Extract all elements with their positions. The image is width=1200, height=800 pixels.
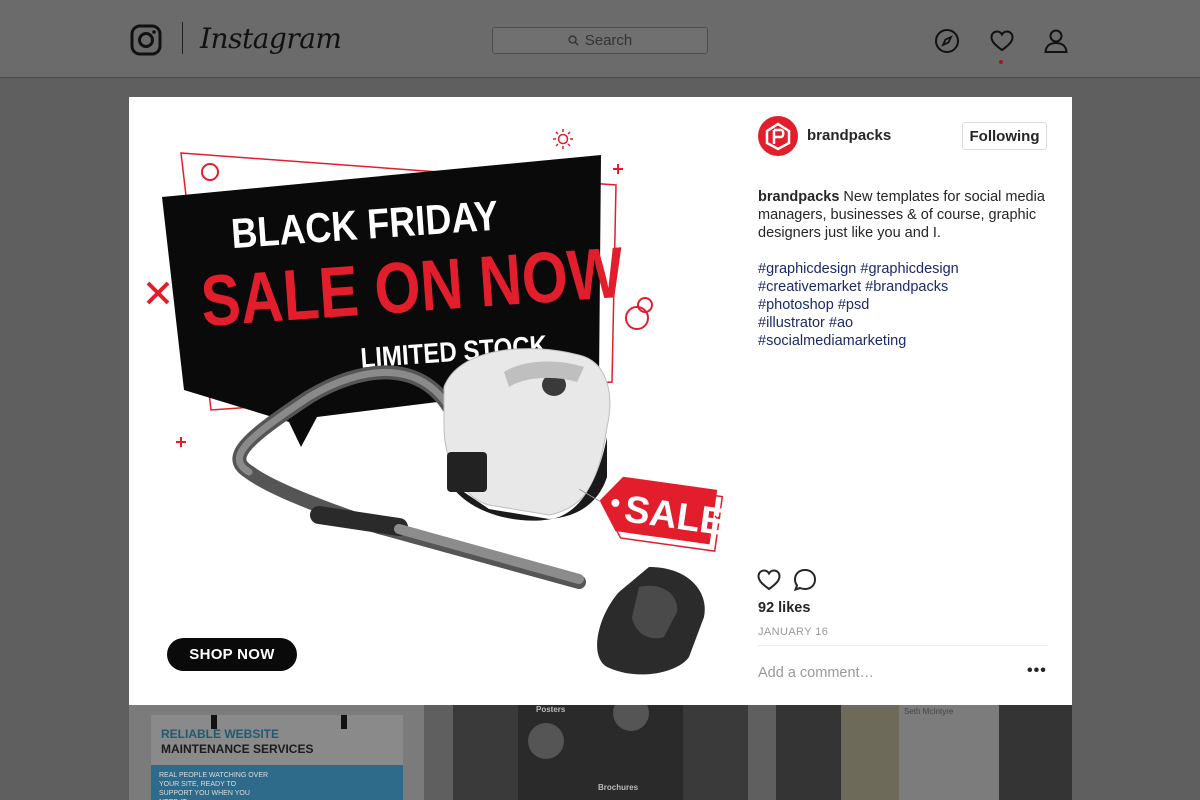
search-input[interactable]: Search	[492, 27, 708, 54]
post-date: JANUARY 16	[758, 626, 829, 638]
profile-icon[interactable]	[1043, 28, 1069, 54]
heart-icon[interactable]	[989, 28, 1015, 54]
thumbnail-label: Posters	[536, 705, 566, 714]
caption-username[interactable]: brandpacks	[758, 189, 839, 205]
hashtag-line[interactable]: #creativemarket #brandpacks	[758, 278, 1058, 296]
plus-deco-icon	[176, 437, 186, 447]
likes-count[interactable]: 92 likes	[758, 600, 810, 616]
thumbnail-name: Seth McIntyre	[904, 707, 954, 716]
deco-circle-icon	[625, 306, 649, 330]
thumbnail-subtitle: MAINTENANCE SERVICES	[161, 742, 314, 756]
binder-clip-icon	[341, 715, 347, 729]
hashtag-list: #graphicdesign #graphicdesign #creativem…	[758, 260, 1058, 350]
brandpacks-logo-icon	[765, 122, 791, 151]
header-divider	[182, 22, 183, 54]
x-deco-icon	[146, 281, 170, 305]
shop-now-button[interactable]: SHOP NOW	[167, 638, 297, 671]
plus-deco-icon	[613, 164, 623, 174]
grid-thumbnail[interactable]: Seth McIntyre	[776, 705, 1072, 800]
post-sidebar: brandpacks Following brandpacks New temp…	[737, 97, 1072, 705]
hashtag-line[interactable]: #photoshop #psd	[758, 296, 1058, 314]
divider	[758, 645, 1048, 646]
notification-dot	[999, 60, 1003, 64]
post-modal: BLACK FRIDAY SALE ON NOW LIMITED STOCK S…	[129, 97, 1072, 705]
thumbnail-panel: Posters Brochures	[518, 705, 683, 800]
grid-thumbnail[interactable]: Posters Brochures	[453, 705, 748, 800]
thumbnail-paper	[899, 705, 999, 800]
instagram-glyph-icon[interactable]	[130, 24, 162, 56]
clipboard-icon	[528, 723, 564, 759]
add-comment-input[interactable]: Add a comment…	[758, 665, 874, 681]
sale-tag-graphic: SALE	[599, 476, 728, 553]
deco-circle-icon	[201, 163, 219, 181]
thumbnail-paper	[841, 705, 899, 800]
comment-bubble-icon[interactable]	[792, 567, 818, 593]
post-caption: brandpacks New templates for social medi…	[758, 188, 1053, 242]
grid-thumbnail[interactable]: RELIABLE WEBSITE MAINTENANCE SERVICES RE…	[129, 705, 424, 800]
top-nav-bar: Instagram Search	[0, 0, 1200, 78]
compass-icon[interactable]	[934, 28, 960, 54]
hashtag-line[interactable]: #socialmediamarketing	[758, 332, 1058, 350]
search-icon	[568, 35, 579, 46]
more-options-button[interactable]: •••	[1027, 662, 1047, 680]
thumbnail-small-text: REAL PEOPLE WATCHING OVER YOUR SITE, REA…	[159, 772, 269, 800]
hashtag-line[interactable]: #illustrator #ao	[758, 314, 1058, 332]
post-image[interactable]: BLACK FRIDAY SALE ON NOW LIMITED STOCK S…	[129, 97, 737, 705]
thumbnail-flyer: RELIABLE WEBSITE MAINTENANCE SERVICES RE…	[151, 715, 403, 800]
thumbnail-strip: REAL PEOPLE WATCHING OVER YOUR SITE, REA…	[151, 765, 403, 800]
black-friday-graphic: BLACK FRIDAY SALE ON NOW LIMITED STOCK S…	[146, 129, 728, 675]
thumbnail-title: RELIABLE WEBSITE	[161, 727, 280, 741]
search-placeholder: Search	[584, 32, 633, 49]
post-username[interactable]: brandpacks	[807, 127, 891, 144]
thumbnail-label: Brochures	[598, 783, 639, 792]
hashtag-line[interactable]: #graphicdesign #graphicdesign	[758, 260, 1058, 278]
instagram-wordmark[interactable]: Instagram	[200, 22, 342, 55]
like-heart-icon[interactable]	[756, 567, 782, 593]
map-icon	[613, 705, 649, 731]
following-button[interactable]: Following	[962, 122, 1047, 150]
avatar[interactable]	[758, 116, 798, 156]
shop-now-label: SHOP NOW	[189, 646, 275, 663]
sun-deco-icon	[553, 129, 573, 149]
